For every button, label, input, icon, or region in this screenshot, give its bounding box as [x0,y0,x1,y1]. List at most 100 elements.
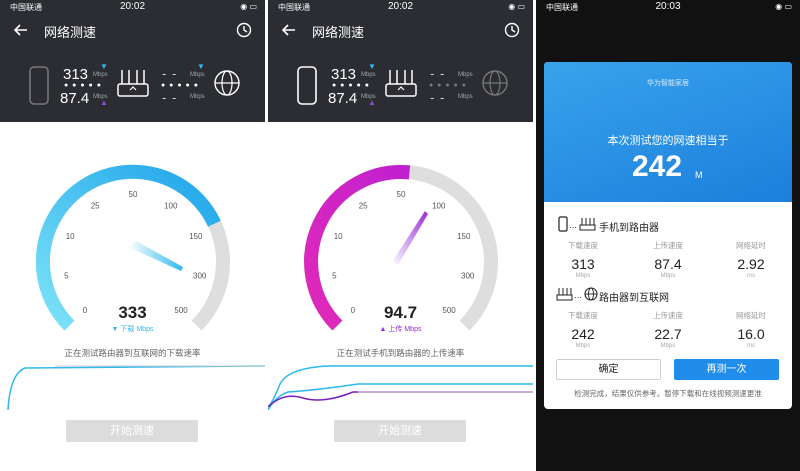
gauge-tick-label: 5 [64,271,69,280]
gauge-tick-label: 5 [332,271,337,280]
gauge-tick-label: 50 [397,190,406,199]
router-upload-unit: Mbps [190,94,205,100]
metric-label: 下载速度 [568,241,598,250]
status-bar: 中国联通 20:02 ◉ ▭ [0,0,265,14]
router-download-unit: Mbps [190,72,205,78]
start-test-button[interactable]: 开始测速 [334,420,466,442]
result-value: 242 [632,150,683,183]
battery-icon: ◉ ▭ [240,2,257,11]
result-dialog: 华为智能家居 本次测试您的网速相当于 242 M … 手机到路由器 下载速度 3… [544,62,792,409]
download-arrow-icon: ▼ [368,62,376,71]
download-trend-line [7,365,265,411]
router-to-internet-icon: … [556,287,598,301]
equivalent-text: 本次测试您的网速相当于 [607,135,729,147]
metric-unit: Mbps [660,273,676,279]
speed-stats: 313 Mbps ▼ ● ● ● ● ● 87.4 Mbps ▲ - - Mbp… [0,54,265,114]
current-speed-value: 333 [118,303,147,322]
upload-value: 87.4 [60,90,90,107]
battery-icon: ◉ ▭ [508,2,525,11]
download-trend-line [268,365,533,408]
app-header: 中国联通 20:02 ◉ ▭ 网络测速 313 Mbps ▼ ● ● ● ● ●… [268,0,533,122]
metric-label: 上传速度 [653,241,683,250]
download-value: 313 [63,66,89,83]
start-test-button[interactable]: 开始测速 [66,420,198,442]
router-download-value: - - [430,66,446,81]
globe-icon [482,70,508,96]
dots-decoration: ● ● ● ● ● [64,82,102,89]
upload-value: 87.4 [328,90,358,107]
phone-icon [29,66,49,105]
router-icon [117,70,149,97]
metric-value: 87.4 [654,256,682,272]
confirm-button[interactable]: 确定 [556,359,661,380]
brand-label: 华为智能家居 [647,80,689,87]
metric-value: 22.7 [654,326,682,342]
gauge-tick-label: 10 [66,232,75,241]
metric-latency: 网络延时 16.0 ms [716,310,786,349]
metric-label: 网络延时 [736,241,766,250]
download-value: 313 [331,66,357,83]
router-upload-value: - - [162,90,178,105]
gauge-tick-label: 10 [334,232,343,241]
result-screen: 中国联通 20:03 ◉ ▭ 华为智能家居 本次测试您的网速相当于 242 M … [536,0,800,471]
download-unit: Mbps [361,72,376,78]
router-download-value: - - [162,66,178,81]
section-title-router-internet: 路由器到互联网 [599,293,669,304]
upload-arrow-icon: ▲ [100,98,108,107]
retest-button[interactable]: 再测一次 [674,359,779,380]
test-status-label: 正在测试手机到路由器的上传速率 [336,348,465,358]
gauge-tick-label: 100 [164,202,178,211]
gauge-tick-label: 100 [432,202,446,211]
metric-download: 下载速度 313 Mbps [548,240,618,279]
upload-trend-line-blue [268,383,533,411]
router-download-arrow-icon: ▼ [197,62,205,71]
gauge-tick-label: 150 [457,232,471,241]
metric-upload: 上传速度 22.7 Mbps [633,310,703,349]
back-arrow-icon[interactable] [280,21,298,39]
phone-icon [297,66,317,105]
upload-trend-line [268,391,533,408]
router-upload-unit: Mbps [458,94,473,100]
status-time: 20:03 [655,1,681,12]
page-title: 网络测速 [44,25,97,40]
dots-decoration: ● ● ● ● ● [429,82,467,89]
metric-label: 网络延时 [736,311,766,320]
history-icon[interactable] [503,21,521,39]
metric-label: 上传速度 [653,311,683,320]
metric-download: 下载速度 242 Mbps [548,310,618,349]
gauge-needle [128,241,183,271]
phone-to-router-icon: … [558,216,596,232]
metric-value: 16.0 [737,326,765,342]
dots-decoration: ● ● ● ● ● [161,82,199,89]
upload-gauge: 05102550100150300500 [268,164,533,411]
svg-text:…: … [574,291,582,300]
page-title: 网络测速 [312,25,365,40]
upload-arrow-icon: ▲ [368,98,376,107]
gauge-tick-label: 50 [129,190,138,199]
speedtest-download-screen: 中国联通 20:02 ◉ ▭ 网络测速 313 Mbps ▼ ● ● ● ● ●… [0,0,265,471]
speed-unit-label: ▲ 上传 Mbps [379,326,422,333]
status-bar: 中国联通 20:03 ◉ ▭ [536,0,800,14]
download-gauge: 05102550100150300500 [7,164,265,411]
metric-unit: ms [747,273,755,279]
metric-unit: Mbps [660,343,676,349]
back-arrow-icon[interactable] [12,21,30,39]
test-status-label: 正在测试路由器到互联网的下载速率 [64,348,201,358]
history-icon[interactable] [235,21,253,39]
result-header: 华为智能家居 本次测试您的网速相当于 242 M [544,62,792,202]
status-time: 20:02 [119,1,146,12]
metric-value: 313 [571,256,595,272]
metric-latency: 网络延时 2.92 ms [716,240,786,279]
download-arrow-icon: ▼ [100,62,108,71]
battery-icon: ◉ ▭ [775,2,792,11]
status-bar: 中国联通 20:02 ◉ ▭ [268,0,533,14]
result-unit: M [695,170,703,180]
status-time: 20:02 [387,1,414,12]
speed-stats: 313 Mbps ▼ ● ● ● ● ● 87.4 Mbps ▲ - - Mbp… [268,54,533,114]
metric-unit: ms [747,343,755,349]
section-title-phone-router: 手机到路由器 [599,223,659,234]
speedtest-upload-screen: 中国联通 20:02 ◉ ▭ 网络测速 313 Mbps ▼ ● ● ● ● ●… [268,0,533,471]
metric-label: 下载速度 [568,311,598,320]
speed-unit-label: ▼ 下载 Mbps [111,326,154,333]
gauge-tick-label: 300 [461,271,475,280]
